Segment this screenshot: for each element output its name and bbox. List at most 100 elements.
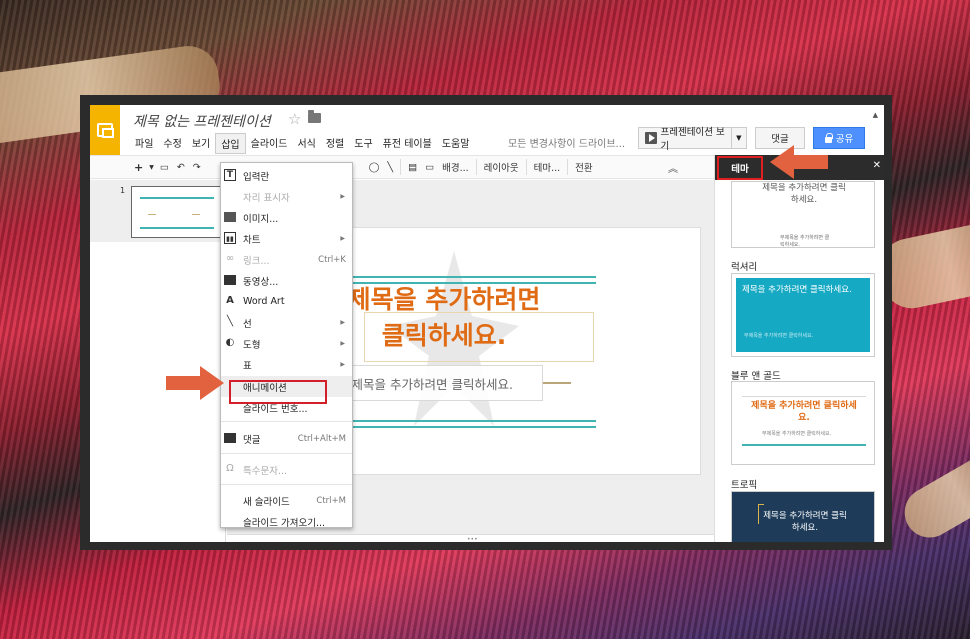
star-icon[interactable]: ☆	[288, 110, 301, 128]
theme-card[interactable]: 제목을 추가하려면 클릭하세요. 부제목을 추가하려면 클릭하세요.	[731, 273, 875, 357]
menu-format[interactable]: 서식	[292, 133, 320, 154]
theme-card[interactable]: 제목을 추가하려면 클릭하세요. 부제목을 추가하려면 클릭하세요.	[731, 181, 875, 248]
slides-app: 제목 없는 프레젠테이션 ☆ 파일 수정 보기 삽입 슬라이드 서식 정렬 도구…	[90, 105, 884, 542]
menu-item-table[interactable]: 표 ▶	[221, 354, 352, 375]
menu-item-shape[interactable]: ◐ 도형 ▶	[221, 333, 352, 354]
toolbar-divider	[400, 159, 402, 175]
theme-card[interactable]: 제목을 추가하려면 클릭하세요.	[731, 491, 875, 542]
menu-item-special-characters[interactable]: Ω 특수문자...	[221, 459, 352, 480]
menu-item-link[interactable]: ∞ 링크... Ctrl+K	[221, 249, 352, 270]
submenu-arrow-icon: ▶	[340, 193, 345, 200]
lock-icon	[824, 132, 833, 143]
print-icon[interactable]: ▭	[156, 157, 173, 177]
toolbar-divider	[567, 159, 569, 175]
chart-icon: ▮▮	[224, 232, 236, 244]
theme-name: 럭셔리	[731, 262, 758, 273]
submenu-arrow-icon: ▶	[340, 319, 345, 326]
close-icon[interactable]: ✕	[873, 160, 881, 171]
speaker-notes-divider[interactable]: •••	[227, 534, 714, 542]
video-icon	[224, 275, 236, 285]
menu-tools[interactable]: 도구	[349, 133, 377, 154]
menu-insert[interactable]: 삽입	[215, 133, 246, 154]
menu-item-text-box[interactable]: T 입력란	[221, 165, 352, 186]
redo-icon[interactable]: ↷	[189, 157, 205, 177]
submenu-arrow-icon: ▶	[340, 361, 345, 368]
menu-item-import-slides[interactable]: 슬라이드 가져오기...	[221, 511, 352, 532]
word-art-icon: A	[226, 295, 234, 306]
folder-icon[interactable]	[308, 110, 321, 123]
line-icon: ╲	[226, 316, 234, 327]
theme-button[interactable]: 테마...	[530, 157, 565, 177]
menu-arrange[interactable]: 정렬	[321, 133, 349, 154]
slide-filmstrip: 1	[90, 180, 226, 542]
menu-item-image[interactable]: 이미지...	[221, 207, 352, 228]
omega-icon: Ω	[226, 463, 234, 474]
share-label: 공유	[835, 134, 854, 145]
toolbar-divider	[475, 159, 477, 175]
slides-logo-icon	[97, 123, 114, 138]
menu-slide[interactable]: 슬라이드	[246, 133, 293, 154]
text-box-icon: T	[224, 169, 236, 181]
background-spool	[895, 443, 970, 547]
comment-icon[interactable]: ▤	[404, 157, 421, 177]
theme-card-title: 제목을 추가하려면 클릭하세요.	[742, 285, 852, 295]
menu-help[interactable]: 도움말	[437, 133, 475, 154]
menu-divider	[221, 453, 352, 454]
menu-item-video[interactable]: 동영상...	[221, 270, 352, 291]
submenu-arrow-icon: ▶	[340, 235, 345, 242]
layout-button[interactable]: 레이아웃	[480, 157, 523, 177]
menu-item-slide-number[interactable]: 슬라이드 번호...	[221, 397, 352, 418]
menu-item-word-art[interactable]: A Word Art	[221, 291, 352, 312]
theme-tab[interactable]: 테마	[717, 156, 763, 180]
chevron-down-icon[interactable]: ▼	[730, 128, 746, 148]
theme-card-title: 제목을 추가하려면 클릭하세요.	[762, 183, 846, 205]
new-slide-button[interactable]: +	[130, 157, 147, 177]
slides-logo[interactable]	[90, 105, 120, 155]
menu-bar: 파일 수정 보기 삽입 슬라이드 서식 정렬 도구 퓨전 테이블 도움말	[130, 133, 474, 154]
background-button[interactable]: 배경...	[438, 157, 473, 177]
present-button[interactable]: 프레젠테이션 보기 ▼	[638, 127, 747, 152]
slide-thumbnail[interactable]	[131, 186, 221, 238]
shape-tool-icon[interactable]: ◯	[365, 157, 384, 177]
theme-card[interactable]: 제목을 추가하려면 클릭하세요. 부제목을 추가하려면 클릭하세요.	[731, 381, 875, 465]
menu-item-comment[interactable]: 댓글 Ctrl+Alt+M	[221, 428, 352, 449]
undo-icon[interactable]: ↶	[173, 157, 189, 177]
gold-rule	[543, 382, 571, 384]
theme-name: 트로픽	[731, 480, 758, 491]
menu-file[interactable]: 파일	[130, 133, 158, 154]
submenu-arrow-icon: ▶	[340, 340, 345, 347]
shape-icon: ◐	[225, 337, 235, 348]
menu-view[interactable]: 보기	[187, 133, 215, 154]
menu-item-new-slide[interactable]: 새 슬라이드 Ctrl+M	[221, 490, 352, 511]
slide-number: 1	[120, 186, 126, 195]
save-status[interactable]: 모든 변경사항이 드라이브...	[508, 135, 625, 150]
toolbar: + ▼ ▭ ↶ ↷ ◯ ╲ ▤ ▭ 배경... 레이아웃 테마... 전환	[90, 155, 714, 179]
scroll-up-icon[interactable]: ▲	[873, 111, 878, 119]
menu-fusion-tables[interactable]: 퓨전 테이블	[378, 133, 437, 154]
comment-icon	[224, 433, 236, 443]
menu-edit[interactable]: 수정	[158, 133, 186, 154]
link-icon: ∞	[225, 253, 235, 264]
theme-card-title: 제목을 추가하려면 클릭하세요.	[763, 511, 847, 533]
theme-name: 블루 앤 골드	[731, 371, 781, 382]
drag-handle-icon[interactable]: •••	[467, 536, 478, 542]
annotation-arrow-icon	[166, 366, 224, 400]
insert-menu: T 입력란 자리 표시자 ▶ 이미지... ▮▮ 차트 ▶ ∞ 링크... Ct…	[220, 162, 353, 529]
chevron-down-icon[interactable]: ▼	[147, 157, 156, 177]
annotation-arrow-icon	[770, 145, 828, 179]
line-tool-icon[interactable]: ╲	[383, 157, 397, 177]
play-icon	[645, 132, 657, 144]
present-label: 프레젠테이션 보기	[660, 127, 725, 152]
menu-item-chart[interactable]: ▮▮ 차트 ▶	[221, 228, 352, 249]
menu-divider	[221, 421, 352, 422]
menu-item-placeholder[interactable]: 자리 표시자 ▶	[221, 186, 352, 207]
image-icon	[224, 212, 236, 222]
menu-divider	[221, 484, 352, 485]
transition-button[interactable]: 전환	[571, 157, 596, 177]
menu-item-line[interactable]: ╲ 선 ▶	[221, 312, 352, 333]
filmstrip-slide-row[interactable]: 1	[90, 180, 226, 242]
collapse-toolbar-icon[interactable]: ︽	[668, 160, 678, 175]
document-title[interactable]: 제목 없는 프레젠테이션	[133, 111, 271, 131]
toolbar-divider	[525, 159, 527, 175]
keyboard-icon[interactable]: ▭	[421, 157, 438, 177]
